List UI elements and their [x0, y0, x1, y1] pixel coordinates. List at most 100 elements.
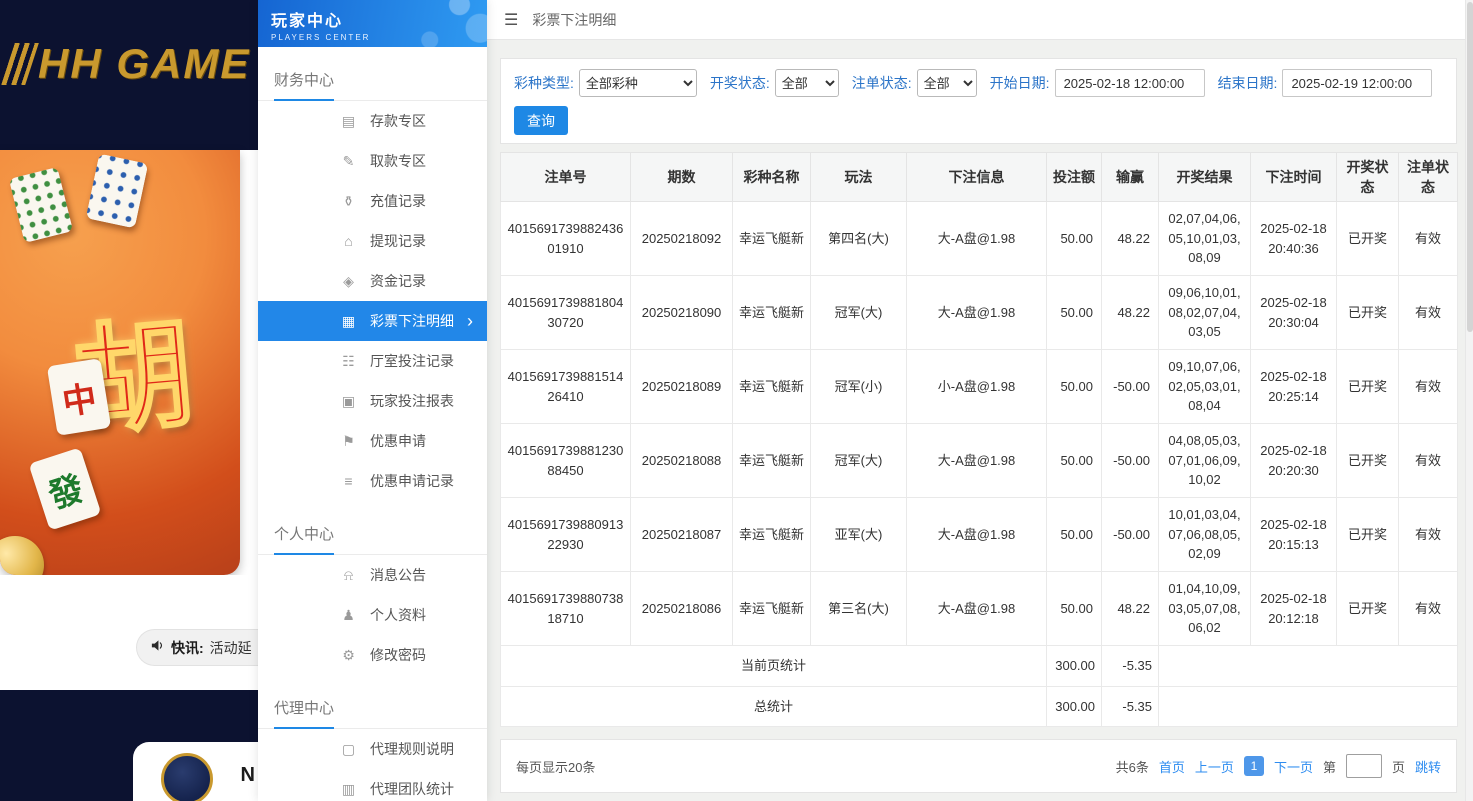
page: HH GAME 胡 中 發 快讯: 活动延 N [0, 0, 1473, 801]
table-row: 40156917398824360191020250218092幸运飞艇新第四名… [501, 202, 1458, 276]
end-date-input[interactable] [1282, 69, 1432, 97]
table-row: 40156917398815142641020250218089幸运飞艇新冠军(… [501, 350, 1458, 424]
sidebar-item-change-password[interactable]: ⚙ 修改密码 [258, 635, 487, 675]
table-cell: 48.22 [1102, 276, 1159, 350]
sidebar-item-label: 资金记录 [370, 271, 426, 291]
order-status-label: 注单状态: [852, 73, 912, 93]
jump-page-input[interactable] [1346, 754, 1382, 778]
table-cell: 亚军(大) [811, 498, 907, 572]
current-page-button[interactable]: 1 [1244, 756, 1264, 776]
summary-empty-cell [1159, 646, 1458, 687]
mahjong-tile-zhong: 中 [47, 358, 111, 436]
recharge-icon: ⚱ [340, 193, 357, 210]
ticker-text: 活动延 [210, 638, 252, 658]
table-cell: 第三名(大) [811, 572, 907, 646]
summary-win-total: -5.35 [1102, 686, 1159, 727]
sidebar-item-label: 厅室投注记录 [370, 351, 454, 371]
jump-prefix-label: 第 [1323, 757, 1336, 776]
sidebar-item-funds-records[interactable]: ◈资金记录 [258, 261, 487, 301]
sidebar-item-recharge-records[interactable]: ⚱充值记录 [258, 181, 487, 221]
sidebar-item-label: 修改密码 [370, 645, 426, 665]
gear-icon: ⚙ [340, 647, 357, 664]
search-button[interactable]: 查询 [514, 106, 568, 135]
table-cell: 有效 [1399, 350, 1458, 424]
table-cell: 已开奖 [1337, 350, 1399, 424]
column-header: 彩种名称 [733, 153, 811, 202]
table-cell: 02,07,04,06,05,10,01,03,08,09 [1159, 202, 1251, 276]
table-cell: 有效 [1399, 276, 1458, 350]
table-cell: 第四名(大) [811, 202, 907, 276]
main-content: ☰ 彩票下注明细 彩种类型: 全部彩种 开奖状态: 全部 注单状态 [487, 0, 1473, 801]
hall-records-icon: ☷ [340, 353, 357, 370]
table-cell: 10,01,03,04,07,06,08,05,02,09 [1159, 498, 1251, 572]
draw-status-label: 开奖状态: [710, 73, 770, 93]
table-cell: 50.00 [1047, 498, 1102, 572]
promo-records-icon: ≡ [340, 473, 357, 489]
table-cell: 幸运飞艇新 [733, 572, 811, 646]
tile-zhong-char: 中 [58, 370, 99, 424]
brand-logo: HH GAME [8, 40, 250, 88]
sidebar-item-profile[interactable]: ♟个人资料 [258, 595, 487, 635]
table-cell: 已开奖 [1337, 276, 1399, 350]
user-icon: ♟ [340, 607, 357, 624]
table-cell: 401569173988151426410 [501, 350, 631, 424]
end-date-label: 结束日期: [1218, 73, 1278, 93]
sidebar-item-agent-rules[interactable]: ▢代理规则说明 [258, 729, 487, 769]
table-cell: 50.00 [1047, 572, 1102, 646]
table-cell: 有效 [1399, 202, 1458, 276]
column-header: 期数 [631, 153, 733, 202]
end-date-filter: 结束日期: [1218, 69, 1433, 97]
jump-suffix-label: 页 [1392, 757, 1405, 776]
table-cell: 幸运飞艇新 [733, 424, 811, 498]
table-row: 40156917398809132293020250218087幸运飞艇新亚军(… [501, 498, 1458, 572]
bet-table-body: 40156917398824360191020250218092幸运飞艇新第四名… [501, 202, 1458, 727]
sidebar-item-withdraw[interactable]: ✎取款专区 [258, 141, 487, 181]
lottery-type-filter: 彩种类型: 全部彩种 [514, 69, 697, 97]
sidebar-item-label: 取款专区 [370, 151, 426, 171]
table-cell: 2025-02-18 20:12:18 [1251, 572, 1337, 646]
sidebar-item-promo-apply[interactable]: ⚑优惠申请 [258, 421, 487, 461]
sidebar-item-label: 优惠申请 [370, 431, 426, 451]
sidebar-item-lottery-bet-details[interactable]: ▦彩票下注明细› [258, 301, 487, 341]
draw-status-select[interactable]: 全部 [775, 69, 839, 97]
table-cell: 09,10,07,06,02,05,03,01,08,04 [1159, 350, 1251, 424]
sidebar-item-withdrawal-records[interactable]: ⌂提现记录 [258, 221, 487, 261]
sidebar-section-label: 个人中心 [258, 505, 487, 555]
table-cell: 大-A盘@1.98 [907, 498, 1047, 572]
order-status-select[interactable]: 全部 [917, 69, 977, 97]
table-cell: 幸运飞艇新 [733, 350, 811, 424]
table-cell: 有效 [1399, 572, 1458, 646]
first-page-link[interactable]: 首页 [1159, 757, 1185, 776]
site-bottom-band: N [0, 690, 258, 801]
column-header: 注单号 [501, 153, 631, 202]
scrollbar[interactable] [1465, 0, 1473, 801]
sidebar-item-announcements[interactable]: ⍾消息公告 [258, 555, 487, 595]
lottery-type-select[interactable]: 全部彩种 [579, 69, 697, 97]
column-header: 投注额 [1047, 153, 1102, 202]
prev-page-link[interactable]: 上一页 [1195, 757, 1234, 776]
sidebar-item-label: 彩票下注明细 [370, 311, 454, 331]
logo-text: HH GAME [38, 40, 250, 88]
lottery-type-label: 彩种类型: [514, 73, 574, 93]
table-cell: 20250218089 [631, 350, 733, 424]
menu-toggle-icon[interactable]: ☰ [504, 10, 518, 30]
ticker-label: 快讯: [171, 638, 204, 658]
scrollbar-thumb[interactable] [1467, 2, 1473, 332]
table-cell: 大-A盘@1.98 [907, 572, 1047, 646]
table-cell: -50.00 [1102, 498, 1159, 572]
sidebar-nav: 财务中心▤存款专区✎取款专区⚱充值记录⌂提现记录◈资金记录▦彩票下注明细›☷厅室… [258, 51, 487, 801]
sidebar-item-promo-apply-records[interactable]: ≡优惠申请记录 [258, 461, 487, 501]
sidebar-item-deposit[interactable]: ▤存款专区 [258, 101, 487, 141]
table-cell: 2025-02-18 20:15:13 [1251, 498, 1337, 572]
sidebar-item-player-bet-report[interactable]: ▣玩家投注报表 [258, 381, 487, 421]
sidebar-item-label: 代理规则说明 [370, 739, 454, 759]
table-cell: 20250218092 [631, 202, 733, 276]
sidebar-item-hall-bet-records[interactable]: ☷ 厅室投注记录 [258, 341, 487, 381]
start-date-input[interactable] [1055, 69, 1205, 97]
sidebar-section-label: 代理中心 [258, 679, 487, 729]
next-page-link[interactable]: 下一页 [1274, 757, 1313, 776]
page-title: 彩票下注明细 [532, 10, 616, 30]
sidebar-item-agent-team-stats[interactable]: ▥代理团队统计 [258, 769, 487, 801]
jump-button[interactable]: 跳转 [1415, 757, 1441, 776]
bottom-card-letter: N [241, 764, 255, 787]
